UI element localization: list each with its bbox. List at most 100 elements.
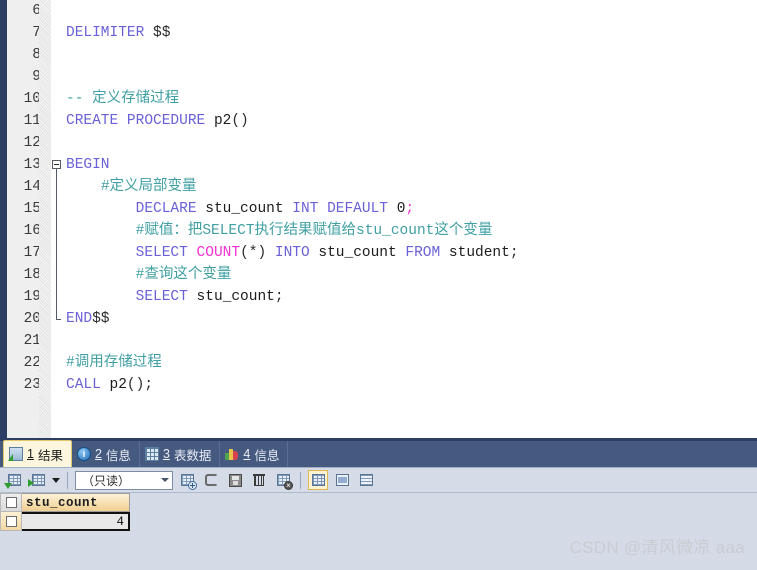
code-token: BEGIN [66,157,110,173]
code-token: DECLARE [136,201,197,217]
toolbar-separator-1 [67,472,68,489]
form-view-button[interactable] [332,470,352,490]
text-view-button[interactable] [356,470,376,490]
result-grid-icon [9,447,23,461]
checkbox-icon[interactable] [6,497,17,508]
code-token: -- 定义存储过程 [66,91,179,107]
line-number: 21 [7,330,41,352]
code-token: stu_count [310,245,406,261]
line-number: 11 [7,110,41,132]
table-cell[interactable]: 4 [22,512,130,531]
code-line[interactable] [66,66,757,88]
code-token: SELECT [136,245,188,261]
line-number: 20 [7,308,41,330]
code-editor-area[interactable]: 67891011121314151617181920212223 DELIMIT… [0,0,757,438]
code-token: DELIMITER [66,25,144,41]
fold-end-marker [56,319,61,320]
code-line[interactable]: CALL p2(); [66,374,757,396]
results-tab-2[interactable]: i2信息 [72,441,140,467]
code-token: COUNT [197,245,241,261]
code-line[interactable]: -- 定义存储过程 [66,88,757,110]
results-toolbar[interactable]: （只读） × [0,467,757,493]
code-line[interactable]: #调用存储过程 [66,352,757,374]
save-button[interactable] [225,470,245,490]
delete-button[interactable] [249,470,269,490]
line-number: 15 [7,198,41,220]
line-number: 17 [7,242,41,264]
code-token: #调用存储过程 [66,355,162,371]
code-line[interactable]: END$$ [66,308,757,330]
line-number: 6 [7,0,41,22]
line-number: 16 [7,220,41,242]
code-token: p2 [205,113,231,129]
code-line[interactable]: #查询这个变量 [66,264,757,286]
code-token [66,267,136,283]
code-line[interactable]: DECLARE stu_count INT DEFAULT 0; [66,198,757,220]
watermark: CSDN @清风微凉 aaa [570,533,745,558]
cancel-badge-icon: × [284,481,293,490]
code-line[interactable]: #赋值：把SELECT执行结果赋值给stu_count这个变量 [66,220,757,242]
code-token: INT [292,201,318,217]
results-grid-area[interactable]: stu_count4 CSDN @清风微凉 aaa [0,493,757,570]
fold-toggle-icon[interactable] [52,160,61,169]
bar-chart-icon [225,447,239,461]
export-dropdown[interactable] [52,478,60,483]
right-arrow-icon [28,479,34,487]
line-number-gutter: 67891011121314151617181920212223 [7,0,51,438]
line-number: 10 [7,88,41,110]
code-line[interactable]: #定义局部变量 [66,176,757,198]
code-line[interactable]: SELECT COUNT(*) INTO stu_count FROM stud… [66,242,757,264]
code-folding-column[interactable] [51,0,64,438]
table-row[interactable]: 4 [0,512,130,531]
code-token: #查询这个变量 [136,267,232,283]
code-token: #赋值：把SELECT执行结果赋值给stu_count这个变量 [136,223,493,239]
results-grid[interactable]: stu_count4 [0,493,130,531]
code-line[interactable]: SELECT stu_count; [66,286,757,308]
code-token [66,245,136,261]
bar-segment [233,451,238,460]
code-token: INTO [275,245,310,261]
refresh-icon [205,474,218,486]
tab-index: 4 [243,447,250,461]
line-number: 8 [7,44,41,66]
code-line[interactable]: CREATE PROCEDURE p2() [66,110,757,132]
tab-label: 表数据 [174,445,212,464]
tab-label: 信息 [106,445,131,464]
mode-select[interactable]: （只读） [75,471,173,490]
code-token: $$ [92,311,109,327]
code-token [188,245,197,261]
fold-guide-line [56,169,57,319]
results-tab-4[interactable]: 4信息 [220,441,288,467]
code-token: SELECT [136,289,188,305]
code-line[interactable] [66,0,757,22]
import-grid-button[interactable] [4,470,24,490]
plus-badge-icon [188,481,197,490]
results-tab-bar[interactable]: 1结果i2信息3表数据4信息 [0,438,757,467]
row-selector[interactable] [0,512,22,531]
code-line[interactable]: BEGIN [66,154,757,176]
form-view-icon [336,474,349,486]
code-token: (); [127,377,153,393]
code-line[interactable] [66,44,757,66]
line-number: 23 [7,374,41,396]
mode-select-value: （只读） [82,472,130,489]
cancel-edit-button[interactable]: × [273,470,293,490]
code-line[interactable]: DELIMITER $$ [66,22,757,44]
results-tab-3[interactable]: 3表数据 [140,441,220,467]
code-token [66,289,136,305]
export-grid-button[interactable] [28,470,48,490]
refresh-button[interactable] [201,470,221,490]
code-token: () [231,113,248,129]
code-line[interactable] [66,132,757,154]
code-token: student [440,245,510,261]
code-line[interactable] [66,330,757,352]
add-record-button[interactable] [177,470,197,490]
column-header[interactable]: stu_count [22,493,130,512]
results-tab-1[interactable]: 1结果 [3,440,72,467]
code-content[interactable]: DELIMITER $$ -- 定义存储过程 CREATE PROCEDURE p… [64,0,757,438]
select-all-header[interactable] [0,493,22,512]
checkbox-icon[interactable] [6,516,17,527]
line-number: 13 [7,154,41,176]
grid-view-button[interactable] [308,470,328,490]
code-token: p2 [101,377,127,393]
